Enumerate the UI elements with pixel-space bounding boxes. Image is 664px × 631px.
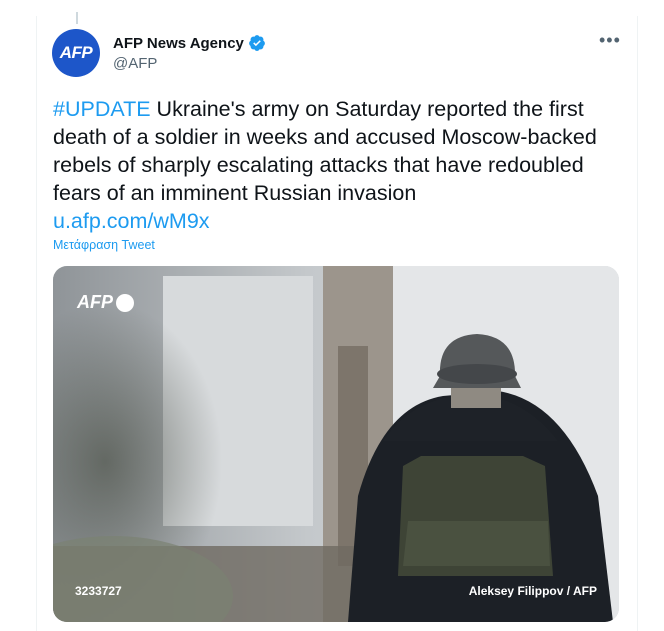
verified-badge-icon: [249, 35, 265, 51]
photo-credit: Aleksey Filippov / AFP: [468, 584, 597, 598]
afp-watermark: AFP: [77, 292, 134, 313]
watermark-dot-icon: [116, 293, 134, 312]
author-name[interactable]: AFP News Agency: [113, 35, 244, 52]
author-row: AFP News Agency: [113, 34, 266, 52]
watermark-text: AFP: [77, 292, 113, 312]
avatar-text: AFP: [59, 43, 93, 62]
more-options-icon[interactable]: •••: [599, 31, 621, 49]
tweet-photo[interactable]: AFP 3233727 Aleksey Filippov / AFP: [53, 266, 619, 622]
author-handle[interactable]: @AFP: [113, 55, 157, 72]
tweet-url-link[interactable]: u.afp.com/wM9x: [53, 209, 210, 233]
hashtag-link[interactable]: #UPDATE: [53, 97, 151, 121]
tweet-text: #UPDATE Ukraine's army on Saturday repor…: [53, 95, 613, 235]
translate-tweet-link[interactable]: Μετάφραση Tweet: [53, 238, 155, 252]
photo-id: 3233727: [75, 584, 122, 598]
avatar[interactable]: AFP: [52, 29, 100, 77]
photo-illustration: [53, 266, 619, 622]
thread-line: [76, 12, 78, 24]
